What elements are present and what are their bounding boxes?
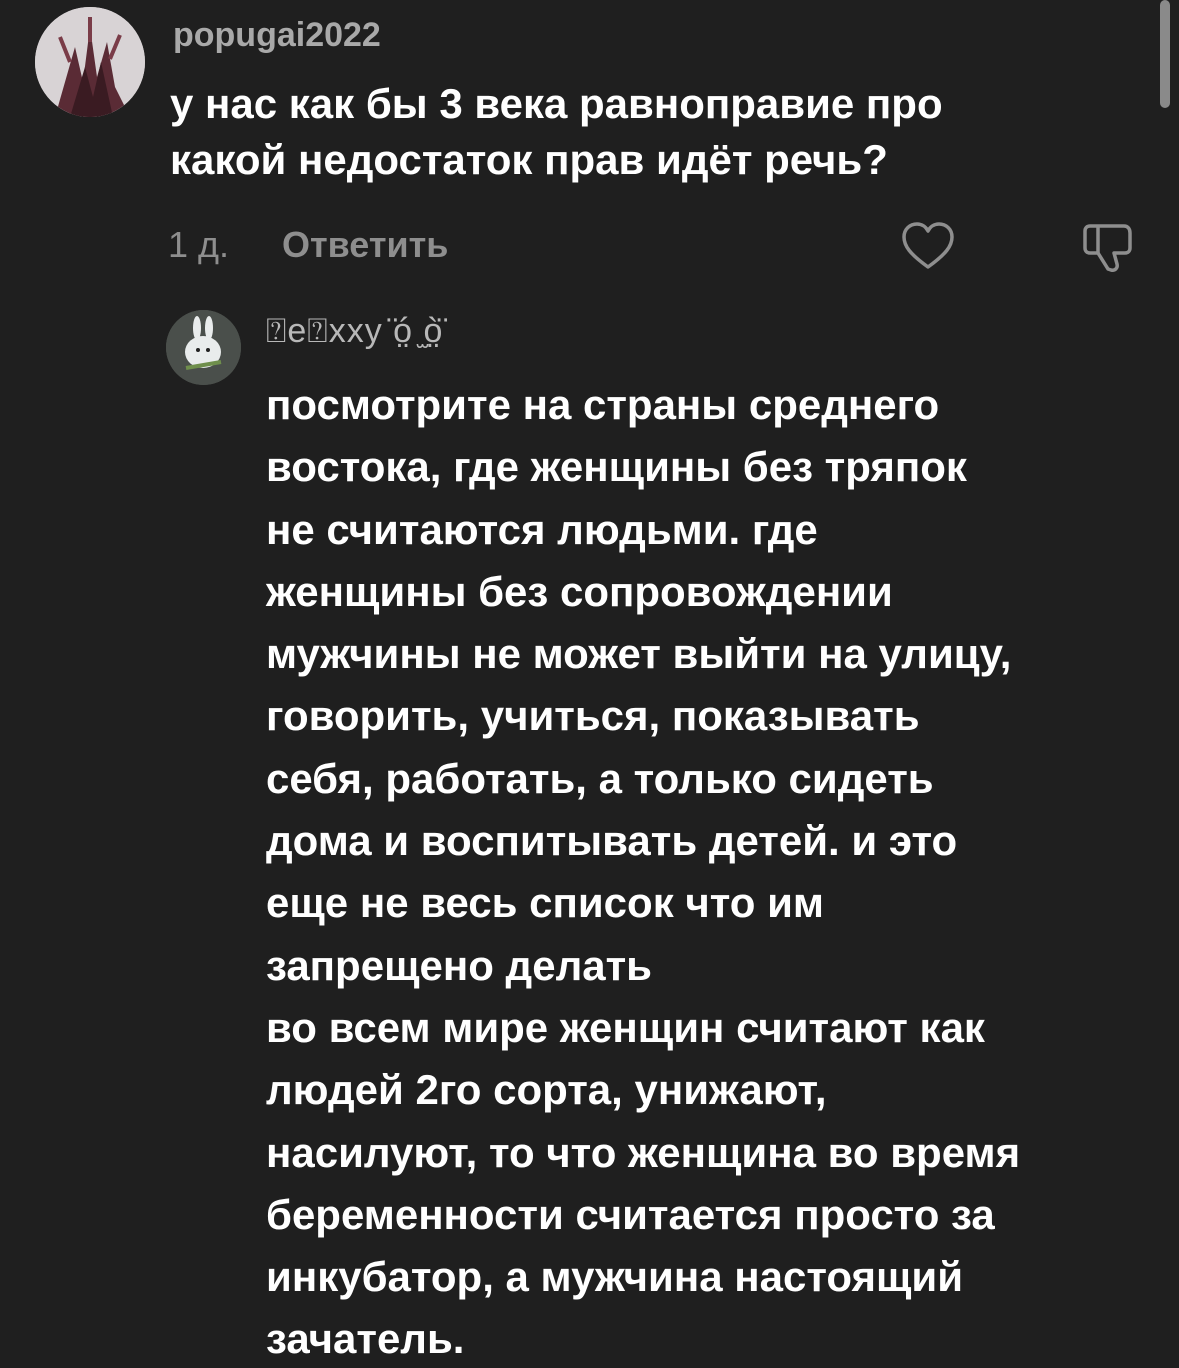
reply-button[interactable]: Ответить [282,224,448,266]
scrollbar[interactable] [1160,0,1170,108]
reply-text-line: во всем мире женщин считают как [266,1003,985,1051]
reply-text-line: запрещено делать [266,941,652,989]
reply-text-line: зачатель. [266,1315,465,1363]
reply-text-line: насилуют, то что женщина во время [266,1128,1021,1176]
comment-text-line: у нас как бы 3 века равноправие про [170,80,943,127]
reply-text-line: дома и воспитывать детей. и это [266,817,958,865]
reply-text-line: мужчины не может выйти на улицу, [266,630,1012,678]
reply-text-line: говорить, учиться, показывать [266,692,920,740]
reply-text: посмотрите на страны среднего востока, г… [266,374,1161,1368]
avatar-image [35,7,145,117]
reply-text-line: себя, работать, а только сидеть [266,754,934,802]
reply-text-line: людей 2го сорта, унижают, [266,1066,827,1114]
heart-outline-icon [902,222,954,269]
reply-text-line: востока, где женщины без тряпок [266,443,967,491]
reply-text-line: не считаются людьми. где [266,505,818,553]
reply-text-line: посмотрите на страны среднего [266,381,940,428]
dislike-button[interactable] [1080,220,1136,276]
reply-text-line: еще не весь список что им [266,879,824,927]
comment-text-line: какой недостаток прав идёт речь? [170,136,888,183]
avatar-image [166,310,241,385]
thumbs-down-outline-icon [1083,224,1132,272]
comment-username[interactable]: popugai2022 [173,16,381,55]
reply-text-line: женщины без сопровождении [266,567,893,615]
reply-username[interactable]: ⍰e⍰xxy ̈ó̤ ̫ò̤̈ [266,312,443,351]
reply-text-line: инкубатор, а мужчина настоящий [266,1253,964,1301]
comment-text: у нас как бы 3 века равноправие про како… [170,76,1130,188]
comment-timestamp: 1 д. [168,224,230,265]
like-button[interactable] [900,220,956,276]
avatar[interactable] [35,7,145,117]
reply-text-line: беременности считается просто за [266,1190,995,1238]
reply-avatar[interactable] [166,310,241,385]
